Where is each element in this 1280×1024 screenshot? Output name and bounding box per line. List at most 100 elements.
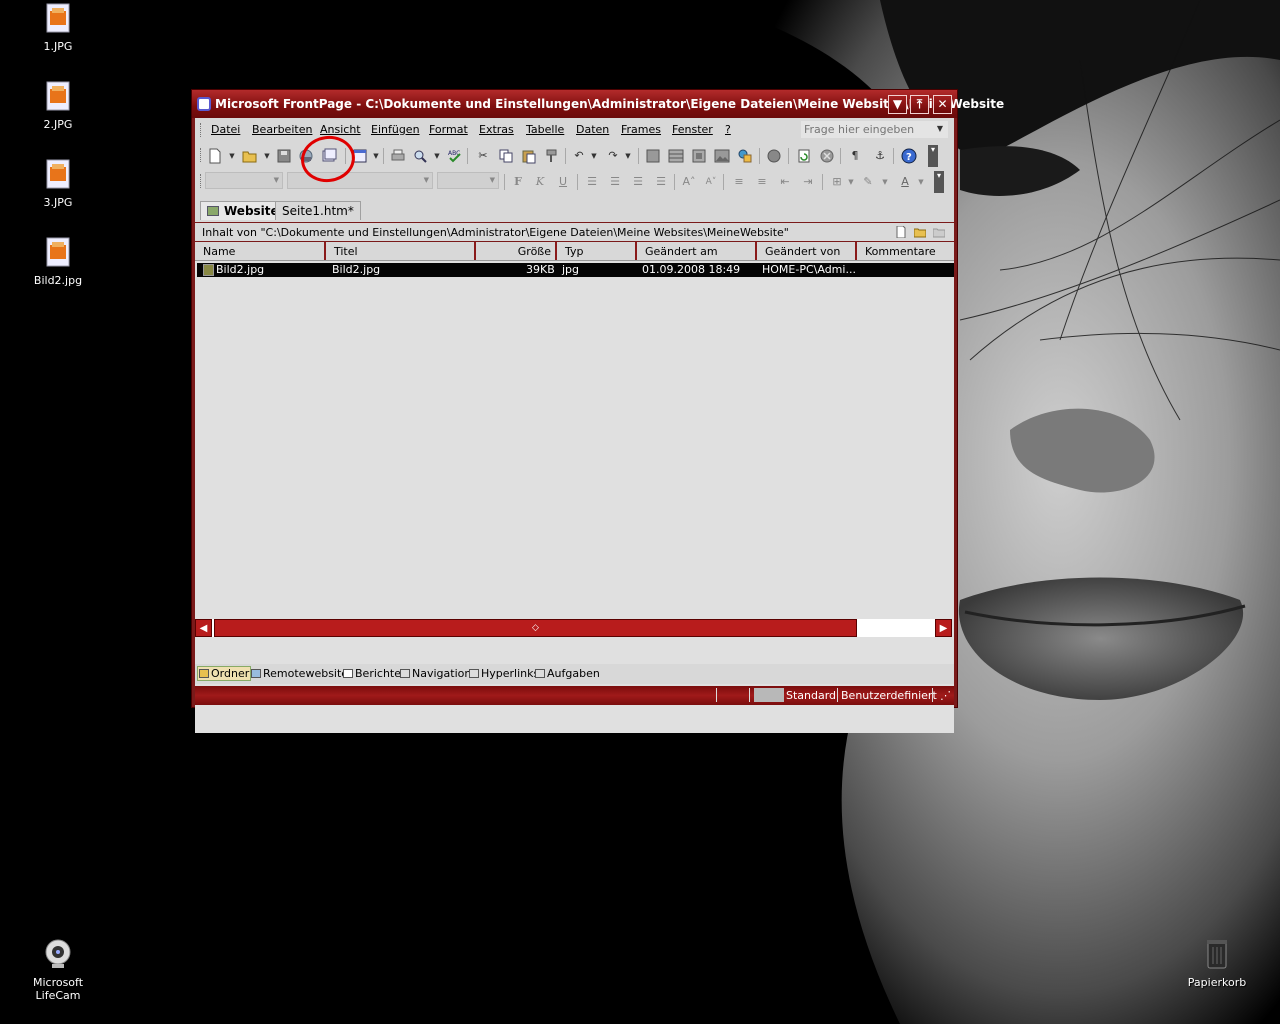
decrease-indent-icon[interactable]: ⇤ xyxy=(777,174,793,190)
view-reports[interactable]: Berichte xyxy=(343,667,401,680)
show-all-icon[interactable]: ¶ xyxy=(847,148,863,164)
increase-font-icon[interactable]: A˄ xyxy=(681,174,697,190)
menu-daten[interactable]: Daten xyxy=(576,123,609,136)
justify-icon[interactable]: ☰ xyxy=(653,174,669,190)
chevron-down-icon[interactable]: ▼ xyxy=(274,176,279,184)
chevron-down-icon[interactable]: ▼ xyxy=(620,148,636,164)
desktop-icon-3jpg[interactable]: 3.JPG xyxy=(13,158,103,209)
view-navigation[interactable]: Navigation xyxy=(400,667,471,680)
print-icon[interactable] xyxy=(390,148,406,164)
window-titlebar[interactable]: Microsoft FrontPage - C:\Dokumente und E… xyxy=(192,90,1004,118)
underline-button[interactable]: U xyxy=(555,174,571,190)
increase-indent-icon[interactable]: ⇥ xyxy=(800,174,816,190)
format-painter-icon[interactable] xyxy=(544,148,560,164)
chevron-down-icon[interactable]: ▼ xyxy=(843,174,859,190)
table-row[interactable]: Bild2.jpg Bild2.jpg 39KB jpg 01.09.2008 … xyxy=(197,263,954,277)
italic-button[interactable]: K xyxy=(532,174,548,190)
new-page-icon[interactable] xyxy=(895,226,907,238)
desktop-icon-bild2[interactable]: Bild2.jpg xyxy=(13,236,103,287)
menu-bearbeiten[interactable]: Bearbeiten xyxy=(252,123,312,136)
hyperlink-icon[interactable] xyxy=(766,148,782,164)
desktop-icon-recycle-bin[interactable]: Papierkorb xyxy=(1172,938,1262,989)
status-size[interactable]: Benutzerdefiniert xyxy=(841,689,937,702)
cut-icon[interactable]: ✂ xyxy=(475,148,491,164)
align-left-icon[interactable]: ☰ xyxy=(584,174,600,190)
help-search-box[interactable]: ▼ xyxy=(801,121,948,138)
resize-grip-icon[interactable]: ⋰ xyxy=(940,689,951,702)
font-color-icon[interactable]: A xyxy=(897,174,913,190)
horizontal-scrollbar[interactable]: ◀ ◇ ▶ xyxy=(195,619,952,637)
desktop-icon-lifecam[interactable]: Microsoft LifeCam xyxy=(13,938,103,1002)
toolbar-grip[interactable] xyxy=(200,148,204,162)
stop-icon[interactable] xyxy=(819,148,835,164)
toolbar-options-icon[interactable]: ▾ xyxy=(934,171,944,193)
menu-frames[interactable]: Frames xyxy=(621,123,661,136)
redo-icon[interactable]: ↷ xyxy=(605,148,621,164)
chevron-down-icon[interactable]: ▼ xyxy=(877,174,893,190)
menu-fenster[interactable]: Fenster xyxy=(672,123,713,136)
desktop-icon-1jpg[interactable]: 1.JPG xyxy=(13,2,103,53)
toolbar-grip[interactable] xyxy=(200,123,204,137)
view-hyperlinks[interactable]: Hyperlinks xyxy=(469,667,539,680)
view-folders[interactable]: Ordner xyxy=(197,666,252,681)
close-button[interactable]: ✕ xyxy=(933,95,952,114)
decrease-font-icon[interactable]: A˅ xyxy=(703,174,719,190)
save-icon[interactable] xyxy=(276,148,292,164)
font-size-dropdown[interactable]: ▼ xyxy=(437,172,499,189)
insert-drawing-icon[interactable] xyxy=(737,148,753,164)
preview-icon[interactable] xyxy=(412,148,428,164)
copy-icon[interactable] xyxy=(498,148,514,164)
bold-button[interactable]: F xyxy=(510,174,526,190)
column-header-comments[interactable]: Kommentare xyxy=(857,242,954,260)
toolbar-grip[interactable] xyxy=(200,174,204,188)
minimize-button[interactable]: ▼ xyxy=(888,95,907,114)
style-dropdown[interactable]: ▼ xyxy=(205,172,283,189)
insert-layer-icon[interactable] xyxy=(691,148,707,164)
chevron-down-icon[interactable]: ▼ xyxy=(490,176,495,184)
scroll-left-button[interactable]: ◀ xyxy=(195,619,212,637)
column-header-modified[interactable]: Geändert am xyxy=(637,242,757,260)
menu-datei[interactable]: Datei xyxy=(211,123,240,136)
bullet-list-icon[interactable]: ≡ xyxy=(754,174,770,190)
column-header-size[interactable]: Größe xyxy=(476,242,557,260)
menu-tabelle[interactable]: Tabelle xyxy=(526,123,564,136)
chevron-down-icon[interactable]: ▼ xyxy=(937,124,943,133)
tab-website[interactable]: Website xyxy=(200,201,286,220)
column-header-modified-by[interactable]: Geändert von xyxy=(757,242,857,260)
chevron-down-icon[interactable]: ▼ xyxy=(259,148,275,164)
column-header-type[interactable]: Typ xyxy=(557,242,637,260)
refresh-icon[interactable] xyxy=(796,148,812,164)
restore-button[interactable]: ⤒ xyxy=(910,95,929,114)
view-tasks[interactable]: Aufgaben xyxy=(535,667,600,680)
scroll-right-button[interactable]: ▶ xyxy=(935,619,952,637)
column-header-title[interactable]: Titel xyxy=(326,242,476,260)
numbered-list-icon[interactable]: ≡ xyxy=(731,174,747,190)
up-folder-icon[interactable] xyxy=(933,226,945,238)
desktop-icon-2jpg[interactable]: 2.JPG xyxy=(13,80,103,131)
menu-einfuegen[interactable]: Einfügen xyxy=(371,123,420,136)
tab-seite1[interactable]: Seite1.htm* xyxy=(275,201,361,220)
chevron-down-icon[interactable]: ▼ xyxy=(368,148,384,164)
align-right-icon[interactable]: ☰ xyxy=(630,174,646,190)
scrollbar-thumb[interactable]: ◇ xyxy=(214,619,857,637)
column-header-name[interactable]: Name xyxy=(195,242,326,260)
chevron-down-icon[interactable]: ▼ xyxy=(429,148,445,164)
menu-ansicht[interactable]: Ansicht xyxy=(320,123,361,136)
status-mode[interactable]: Standard xyxy=(786,689,836,702)
insert-table-icon[interactable] xyxy=(668,148,684,164)
chevron-down-icon[interactable]: ▼ xyxy=(586,148,602,164)
chevron-down-icon[interactable]: ▼ xyxy=(913,174,929,190)
menu-help[interactable]: ? xyxy=(725,123,731,136)
insert-picture-icon[interactable] xyxy=(714,148,730,164)
highlight-icon[interactable]: ✎ xyxy=(860,174,876,190)
chevron-down-icon[interactable]: ▼ xyxy=(224,148,240,164)
menu-format[interactable]: Format xyxy=(429,123,468,136)
new-folder-icon[interactable] xyxy=(914,226,926,238)
view-remote-website[interactable]: Remotewebsite xyxy=(251,667,348,680)
undo-icon[interactable]: ↶ xyxy=(571,148,587,164)
help-search-input[interactable] xyxy=(804,123,932,136)
spelling-icon[interactable]: ABC xyxy=(447,148,463,164)
chevron-down-icon[interactable]: ▼ xyxy=(424,176,429,184)
anchor-icon[interactable]: ⚓ xyxy=(872,148,888,164)
new-page-icon[interactable] xyxy=(207,148,223,164)
